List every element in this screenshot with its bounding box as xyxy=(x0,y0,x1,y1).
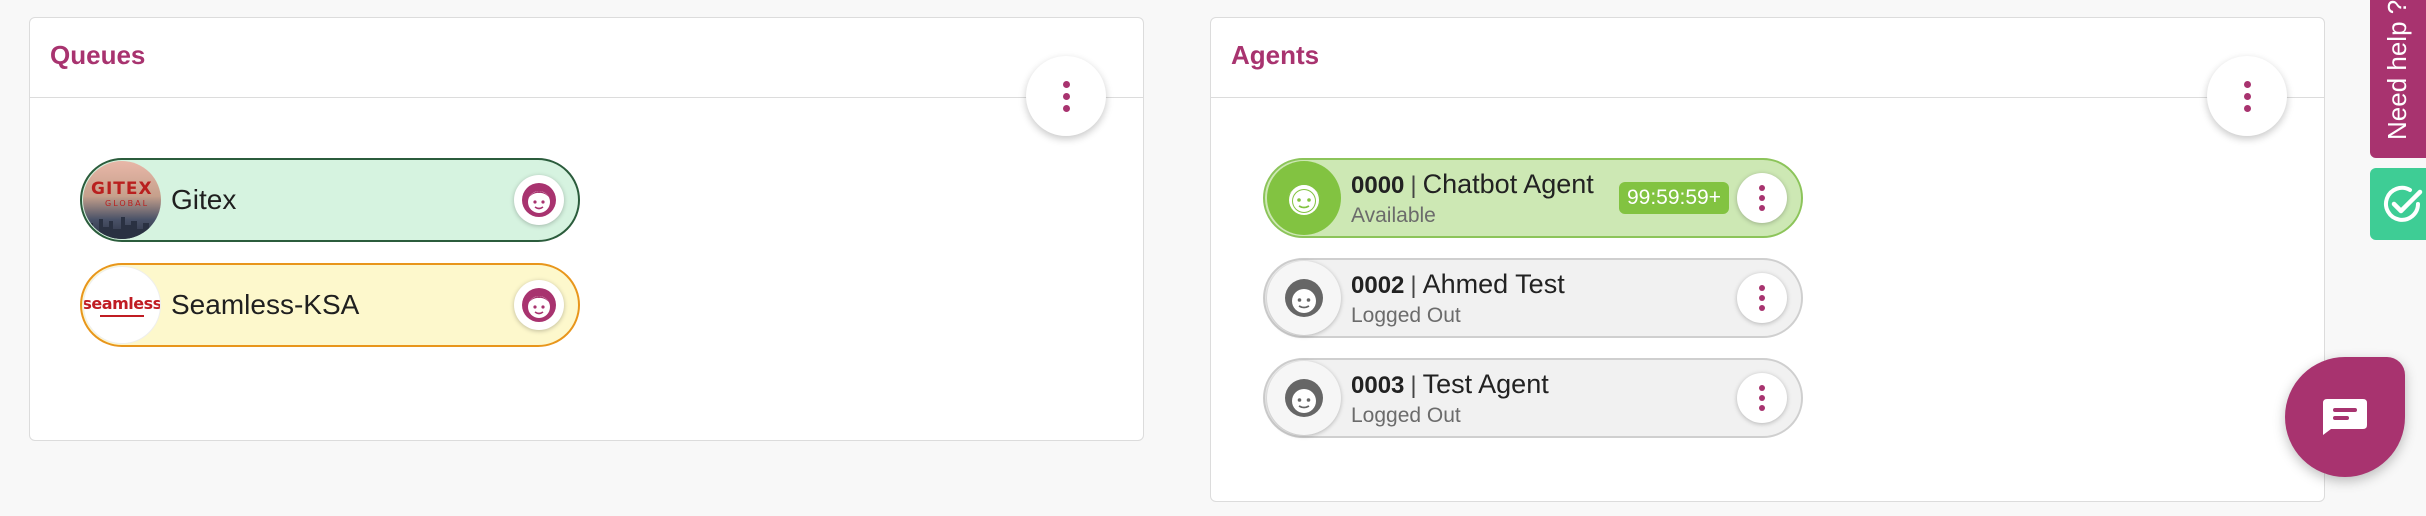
agent-avatar-icon xyxy=(1267,361,1341,435)
queue-item-seamless-ksa[interactable]: seamless Seamless-KSA xyxy=(80,263,580,347)
agent-status: Logged Out xyxy=(1351,303,1461,327)
agent-status: Logged Out xyxy=(1351,403,1461,427)
agent-item[interactable]: 0000 | Chatbot Agent Available 99:59:59+ xyxy=(1263,158,1803,238)
agent-item[interactable]: 0003 | Test Agent Logged Out xyxy=(1263,358,1803,438)
chat-bubble-icon xyxy=(2323,399,2367,435)
agent-separator: | xyxy=(1410,371,1417,399)
kebab-vertical-icon xyxy=(2243,80,2251,112)
gitex-logo: GITEX GLOBAL xyxy=(83,161,161,239)
need-help-tab[interactable]: Need help ? xyxy=(2370,0,2426,158)
kebab-vertical-icon xyxy=(1062,80,1070,112)
queues-panel-header: Queues xyxy=(30,18,1143,98)
agent-face-icon[interactable] xyxy=(514,280,564,330)
check-widget[interactable] xyxy=(2370,168,2426,240)
queue-name: Gitex xyxy=(171,184,237,215)
agent-menu-button[interactable] xyxy=(1737,373,1787,423)
agents-menu-button[interactable] xyxy=(2207,56,2287,136)
agent-name: Test Agent xyxy=(1422,368,1549,399)
agent-id: 0000 xyxy=(1351,171,1405,199)
agent-status: Available xyxy=(1351,203,1436,227)
agent-id: 0003 xyxy=(1351,371,1405,399)
seamless-logo: seamless xyxy=(83,266,161,344)
agents-panel: Agents 0000 | Chatbot Agent Available 99… xyxy=(1210,17,2325,502)
agent-item[interactable]: 0002 | Ahmed Test Logged Out xyxy=(1263,258,1803,338)
agent-timer-badge: 99:59:59+ xyxy=(1618,182,1729,214)
agent-separator: | xyxy=(1410,271,1417,299)
agents-panel-title: Agents xyxy=(1231,40,1320,70)
queues-panel-title: Queues xyxy=(50,40,146,70)
agent-menu-button[interactable] xyxy=(1737,173,1787,223)
need-help-label: Need help ? xyxy=(2382,0,2412,140)
chat-button[interactable] xyxy=(2285,357,2405,477)
agent-avatar-icon xyxy=(1267,261,1341,335)
queue-name: Seamless-KSA xyxy=(171,289,360,320)
kebab-vertical-icon xyxy=(1759,285,1765,311)
agent-avatar-icon xyxy=(1267,161,1341,235)
kebab-vertical-icon xyxy=(1759,385,1765,411)
check-circle-icon xyxy=(2384,185,2423,222)
queues-panel: Queues GITEX GLOBAL Gitex seamless Seaml… xyxy=(29,17,1144,441)
kebab-vertical-icon xyxy=(1759,185,1765,211)
agent-name: Ahmed Test xyxy=(1422,268,1565,299)
agent-name: Chatbot Agent xyxy=(1422,168,1594,199)
agent-separator: | xyxy=(1410,171,1417,199)
queue-item-gitex[interactable]: GITEX GLOBAL Gitex xyxy=(80,158,580,242)
queues-menu-button[interactable] xyxy=(1026,56,1106,136)
agents-panel-header: Agents xyxy=(1211,18,2324,98)
agent-id: 0002 xyxy=(1351,271,1405,299)
agent-face-icon[interactable] xyxy=(514,175,564,225)
agent-menu-button[interactable] xyxy=(1737,273,1787,323)
